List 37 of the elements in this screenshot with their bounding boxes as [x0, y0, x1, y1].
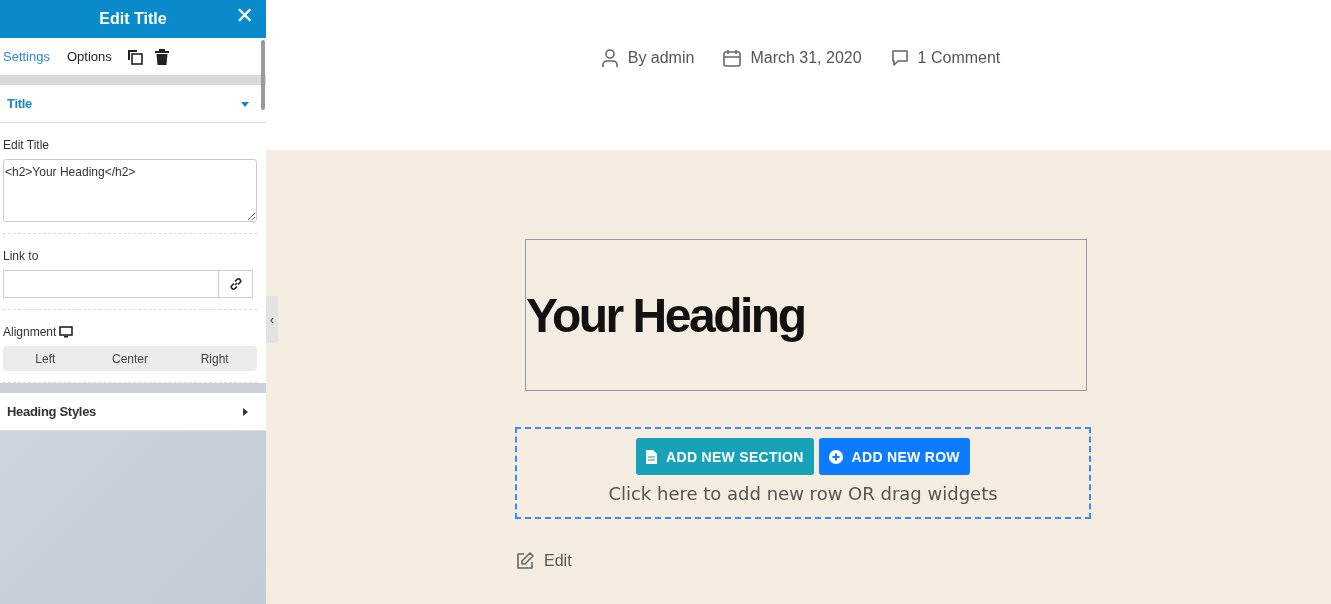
link-input[interactable]: [3, 270, 219, 298]
close-button[interactable]: ✕: [235, 3, 254, 28]
section-header[interactable]: Heading Styles: [0, 393, 266, 431]
alignment-option[interactable]: Right: [172, 346, 257, 371]
edit-link[interactable]: Edit: [544, 552, 572, 570]
tab[interactable]: Settings: [0, 49, 54, 64]
tab[interactable]: Options: [64, 49, 116, 64]
drop-area[interactable]: ADD NEW SECTION ADD NEW ROW Click here to add new row OR drag widgets: [515, 427, 1091, 519]
comment-icon: [889, 48, 910, 68]
copy-icon[interactable]: [125, 47, 144, 66]
trash-icon[interactable]: [153, 47, 170, 66]
desktop-icon: [59, 326, 74, 338]
section-header[interactable]: Title: [0, 85, 266, 123]
heading-widget[interactable]: Your Heading: [525, 239, 1087, 391]
link-button[interactable]: [219, 270, 253, 298]
document-icon: [646, 449, 658, 464]
scrollbar[interactable]: [261, 40, 265, 110]
link-icon: [228, 277, 243, 291]
edit-icon: [515, 551, 535, 571]
title-textarea[interactable]: <h2>Your Heading</h2>: [3, 159, 257, 222]
meta-link[interactable]: 1 Comment: [917, 49, 1001, 67]
plus-circle-icon: [828, 449, 843, 464]
panel-title: Edit Title: [99, 10, 167, 28]
meta-link[interactable]: By admin: [627, 49, 695, 67]
caret-icon: [240, 406, 250, 417]
meta-link[interactable]: March 31, 2020: [750, 49, 862, 67]
alignment-option[interactable]: Center: [87, 346, 173, 371]
alignment-option[interactable]: Left: [3, 346, 88, 371]
field-label: Link to: [3, 249, 40, 263]
field-label: Alignment: [3, 325, 57, 339]
field-label: Edit Title: [3, 138, 51, 152]
calendar-icon: [722, 48, 743, 68]
drop-hint: Click here to add new row OR drag widgets: [608, 483, 998, 504]
user-icon: [599, 48, 620, 68]
add-row-button[interactable]: ADD NEW ROW: [818, 438, 970, 475]
heading-text: Your Heading: [526, 287, 805, 343]
collapse-button[interactable]: ‹: [266, 296, 278, 343]
